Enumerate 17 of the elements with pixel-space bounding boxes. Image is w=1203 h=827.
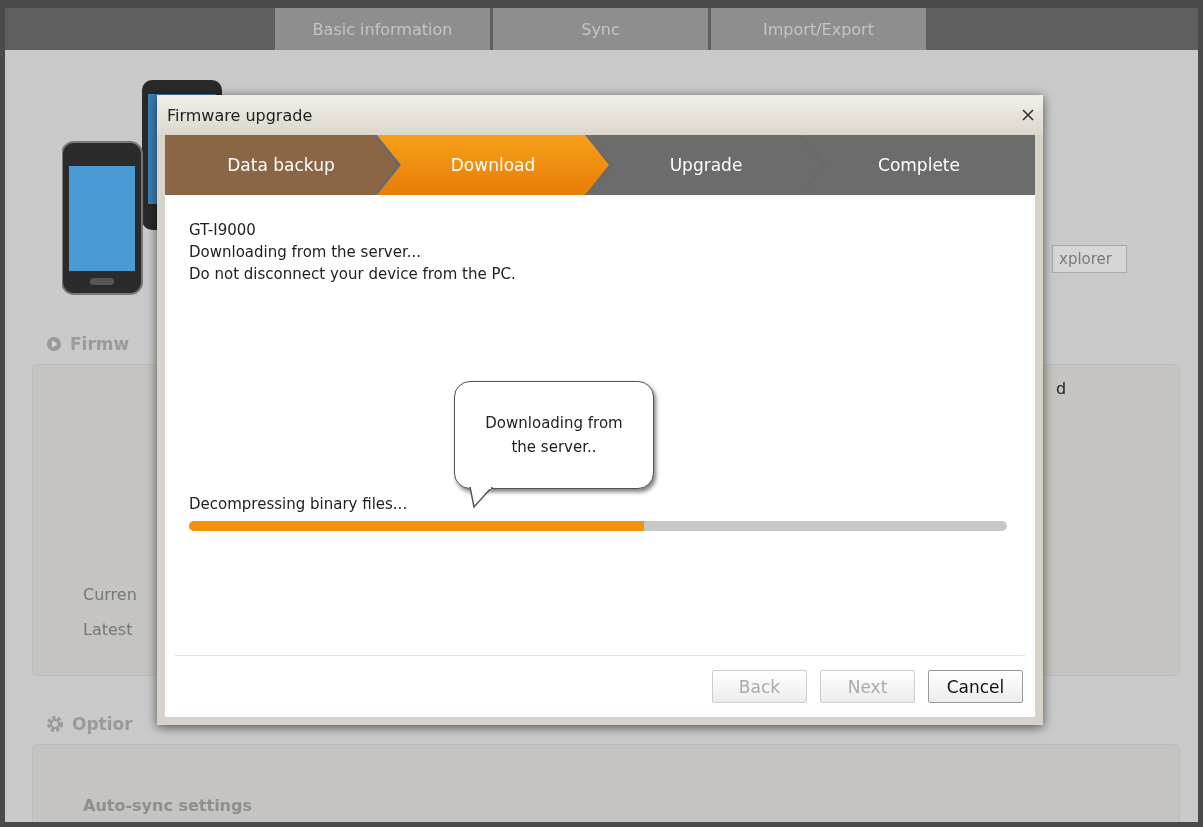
dialog-title: Firmware upgrade	[167, 105, 313, 125]
settings-icon	[46, 715, 64, 733]
status-text: Do not disconnect your device from the PC.	[189, 264, 517, 285]
latest-version-label: Latest	[83, 620, 134, 639]
status-text: GT-I9000	[189, 220, 257, 241]
close-icon[interactable]	[1021, 108, 1035, 122]
play-icon	[46, 336, 62, 352]
speech-bubble: Downloading from the server..	[454, 381, 654, 489]
current-version-label: Curren	[83, 585, 138, 604]
explorer-button[interactable]: xplorer	[1052, 245, 1127, 273]
step-indicator: Download	[377, 135, 609, 195]
label-fragment: d	[1056, 379, 1067, 398]
dialog-button[interactable]: Cancel	[928, 670, 1023, 703]
progress-label: Decompressing binary files...	[189, 495, 408, 513]
status-text: Downloading from the server...	[189, 242, 422, 263]
step-indicator: Data backup	[165, 135, 397, 195]
bubble-tail-icon	[468, 487, 494, 509]
